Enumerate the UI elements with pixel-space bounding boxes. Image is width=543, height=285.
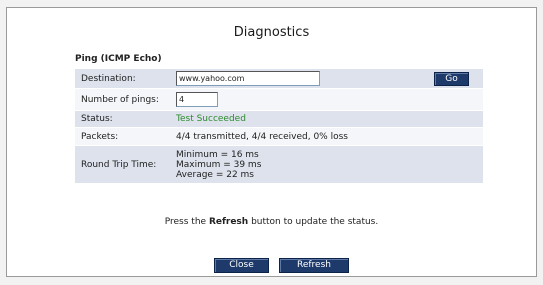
destination-row: Destination: bbox=[75, 69, 483, 89]
status-value: Test Succeeded bbox=[170, 110, 483, 128]
diagnostics-panel: Diagnostics Ping (ICMP Echo) Destination… bbox=[6, 7, 537, 277]
hint-refresh-word: Refresh bbox=[208, 217, 249, 227]
rtt-min: Minimum = 16 ms bbox=[176, 149, 259, 160]
refresh-hint: Press the Refresh button to update the s… bbox=[7, 217, 536, 227]
rtt-avg: Average = 22 ms bbox=[176, 169, 254, 180]
rtt-row: Round Trip Time: Minimum = 16 ms Maximum… bbox=[75, 145, 483, 184]
rtt-values: Minimum = 16 ms Maximum = 39 ms Average … bbox=[170, 145, 483, 184]
destination-input[interactable] bbox=[176, 71, 320, 86]
rtt-max: Maximum = 39 ms bbox=[176, 159, 262, 170]
packets-value: 4/4 transmitted, 4/4 received, 0% loss bbox=[170, 127, 483, 146]
ping-table: Destination: Number of pings: Status: Te… bbox=[75, 69, 483, 184]
go-button[interactable]: Go bbox=[434, 72, 469, 86]
pings-input[interactable] bbox=[176, 92, 218, 107]
status-label: Status: bbox=[75, 110, 170, 128]
pings-row: Number of pings: bbox=[75, 88, 483, 111]
section-title: Ping (ICMP Echo) bbox=[75, 54, 162, 64]
packets-label: Packets: bbox=[75, 127, 170, 146]
packets-row: Packets: 4/4 transmitted, 4/4 received, … bbox=[75, 127, 483, 146]
status-row: Status: Test Succeeded bbox=[75, 110, 483, 128]
destination-label: Destination: bbox=[75, 69, 170, 89]
refresh-button[interactable]: Refresh bbox=[279, 258, 349, 273]
close-button[interactable]: Close bbox=[214, 258, 269, 273]
pings-cell bbox=[170, 88, 483, 111]
rtt-label: Round Trip Time: bbox=[75, 145, 170, 184]
hint-text-after: button to update the status. bbox=[248, 217, 379, 227]
hint-text-before: Press the bbox=[164, 217, 209, 227]
page-title: Diagnostics bbox=[233, 25, 310, 40]
pings-label: Number of pings: bbox=[75, 88, 170, 111]
